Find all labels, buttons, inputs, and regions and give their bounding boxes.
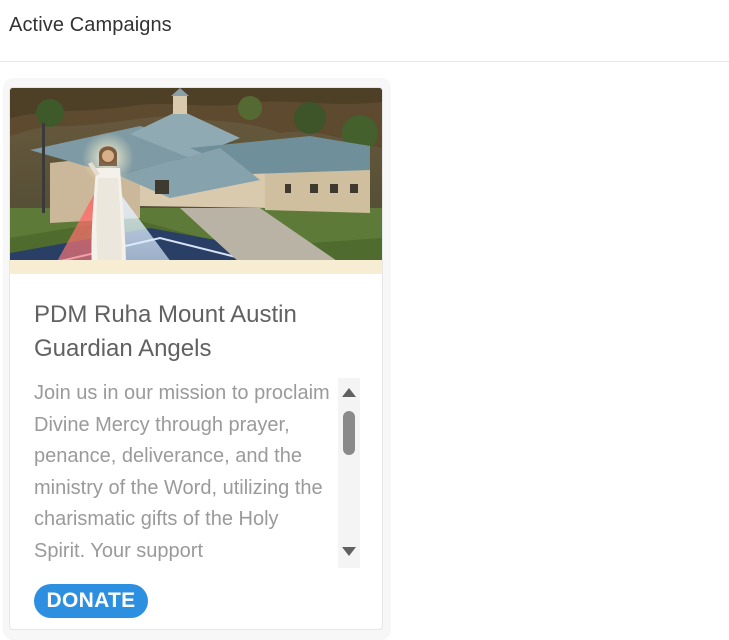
scroll-up-arrow-icon[interactable]	[342, 388, 356, 397]
campaign-title[interactable]: PDM Ruha Mount Austin Guardian Angels	[34, 298, 354, 366]
scroll-thumb[interactable]	[343, 411, 355, 455]
campaign-card: PDM Ruha Mount Austin Guardian Angels Jo…	[9, 87, 383, 630]
campaign-description: Join us in our mission to proclaim Divin…	[34, 382, 330, 562]
donate-button[interactable]: DONATE	[34, 584, 148, 618]
page-title: Active Campaigns	[9, 14, 172, 36]
page-header: Active Campaigns	[0, 0, 729, 62]
campaign-description-scroll[interactable]: Join us in our mission to proclaim Divin…	[34, 378, 360, 568]
campaign-image[interactable]	[10, 88, 382, 274]
scroll-down-arrow-icon[interactable]	[342, 547, 356, 556]
description-scrollbar[interactable]	[338, 378, 360, 568]
